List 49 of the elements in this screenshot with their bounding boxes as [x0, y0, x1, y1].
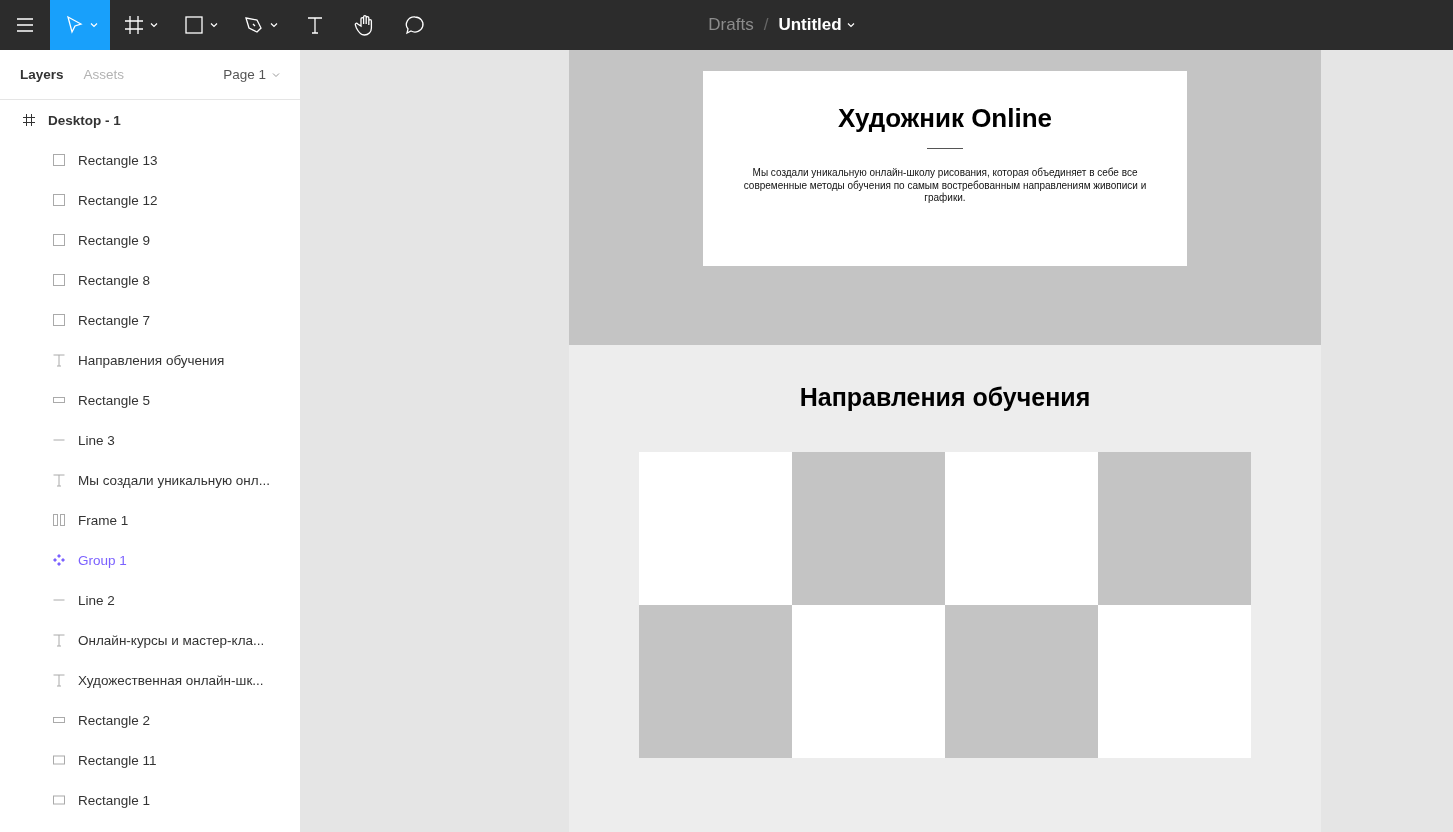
breadcrumb-folder[interactable]: Drafts	[708, 15, 754, 35]
caret-icon	[270, 22, 278, 28]
layer-item[interactable]: Мы создали уникальную онл...	[0, 460, 300, 500]
square-icon	[52, 193, 66, 207]
layer-item[interactable]: Desktop - 1	[0, 100, 300, 140]
file-name-menu[interactable]: Untitled	[778, 15, 855, 35]
square-icon	[52, 313, 66, 327]
layer-item[interactable]: Rectangle 11	[0, 740, 300, 780]
text-icon	[52, 473, 66, 487]
square-icon	[52, 153, 66, 167]
layer-item[interactable]: Направления обучения	[0, 340, 300, 380]
layer-item[interactable]: Rectangle 9	[0, 220, 300, 260]
layer-item[interactable]: Line 3	[0, 420, 300, 460]
hero-title: Художник Online	[837, 103, 1053, 134]
rectangle-icon	[52, 793, 66, 807]
caret-icon	[210, 22, 218, 28]
text-icon	[52, 633, 66, 647]
layer-item[interactable]: Rectangle 1	[0, 780, 300, 820]
layer-item[interactable]: Frame 1	[0, 500, 300, 540]
rectangle-icon	[52, 753, 66, 767]
text-icon	[52, 673, 66, 687]
layer-item[interactable]: Rectangle 13	[0, 140, 300, 180]
hash-icon	[122, 13, 146, 37]
component-icon	[52, 553, 66, 567]
columns-icon	[52, 513, 66, 527]
breadcrumb-separator: /	[763, 15, 769, 35]
panel-tab[interactable]: Layers	[20, 67, 64, 82]
layer-item[interactable]: Rectangle 12	[0, 180, 300, 220]
caret-icon	[150, 22, 158, 28]
caret-icon	[846, 22, 855, 28]
page-dropdown[interactable]: Page 1	[223, 67, 280, 82]
text-icon	[52, 353, 66, 367]
layer-item[interactable]: Line 2	[0, 580, 300, 620]
hash-icon	[22, 113, 36, 127]
section-title: Направления обучения	[799, 383, 1091, 412]
layer-item[interactable]: Rectangle 7	[0, 300, 300, 340]
layer-item[interactable]: Rectangle 2	[0, 700, 300, 740]
square-icon	[52, 273, 66, 287]
layer-item[interactable]: Онлайн-курсы и мастер-кла...	[0, 620, 300, 660]
hero-text: Мы создали уникальную онлайн-школу рисования, которая объединяет в себе все современные методы обучения по самым востребованным направлениям живописи и графики.	[742, 167, 1148, 205]
square-icon	[52, 233, 66, 247]
layer-item[interactable]: Rectangle 5	[0, 380, 300, 420]
caret-icon	[90, 22, 98, 28]
layer-item[interactable]: Художественная онлайн-шк...	[0, 660, 300, 700]
layer-item[interactable]: Rectangle 8	[0, 260, 300, 300]
square-icon	[182, 13, 206, 37]
caret-icon	[272, 71, 280, 78]
speech-bubble-icon	[403, 13, 427, 37]
layer-item[interactable]: Group 1	[0, 540, 300, 580]
